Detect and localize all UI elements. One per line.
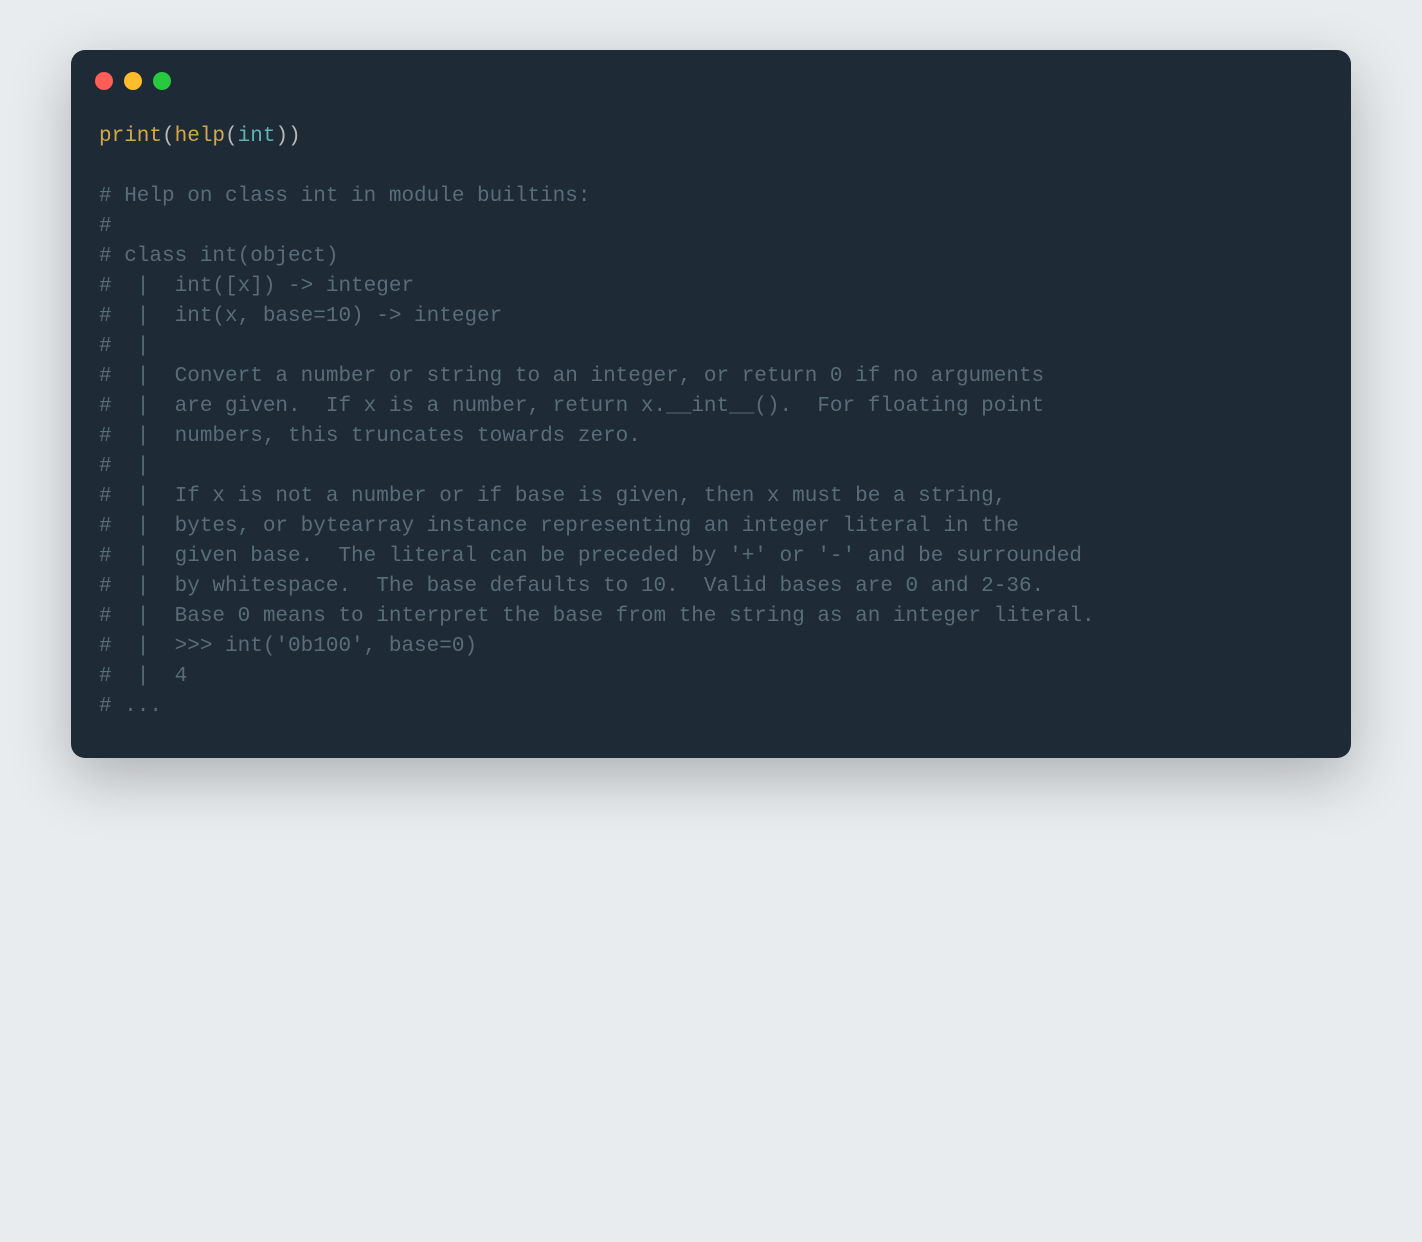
token-paren: ) <box>275 125 288 148</box>
token-paren: ) <box>288 125 301 148</box>
titlebar <box>71 50 1351 100</box>
close-icon[interactable] <box>95 72 113 90</box>
minimize-icon[interactable] <box>124 72 142 90</box>
token-paren: ( <box>225 125 238 148</box>
code-content: print(help(int)) # Help on class int in … <box>71 100 1351 758</box>
token-paren: ( <box>162 125 175 148</box>
token-func-help: help <box>175 125 225 148</box>
comment-block: # Help on class int in module builtins: … <box>99 185 1095 718</box>
terminal-window: print(help(int)) # Help on class int in … <box>71 50 1351 758</box>
maximize-icon[interactable] <box>153 72 171 90</box>
token-func-print: print <box>99 125 162 148</box>
token-builtin-int: int <box>238 125 276 148</box>
